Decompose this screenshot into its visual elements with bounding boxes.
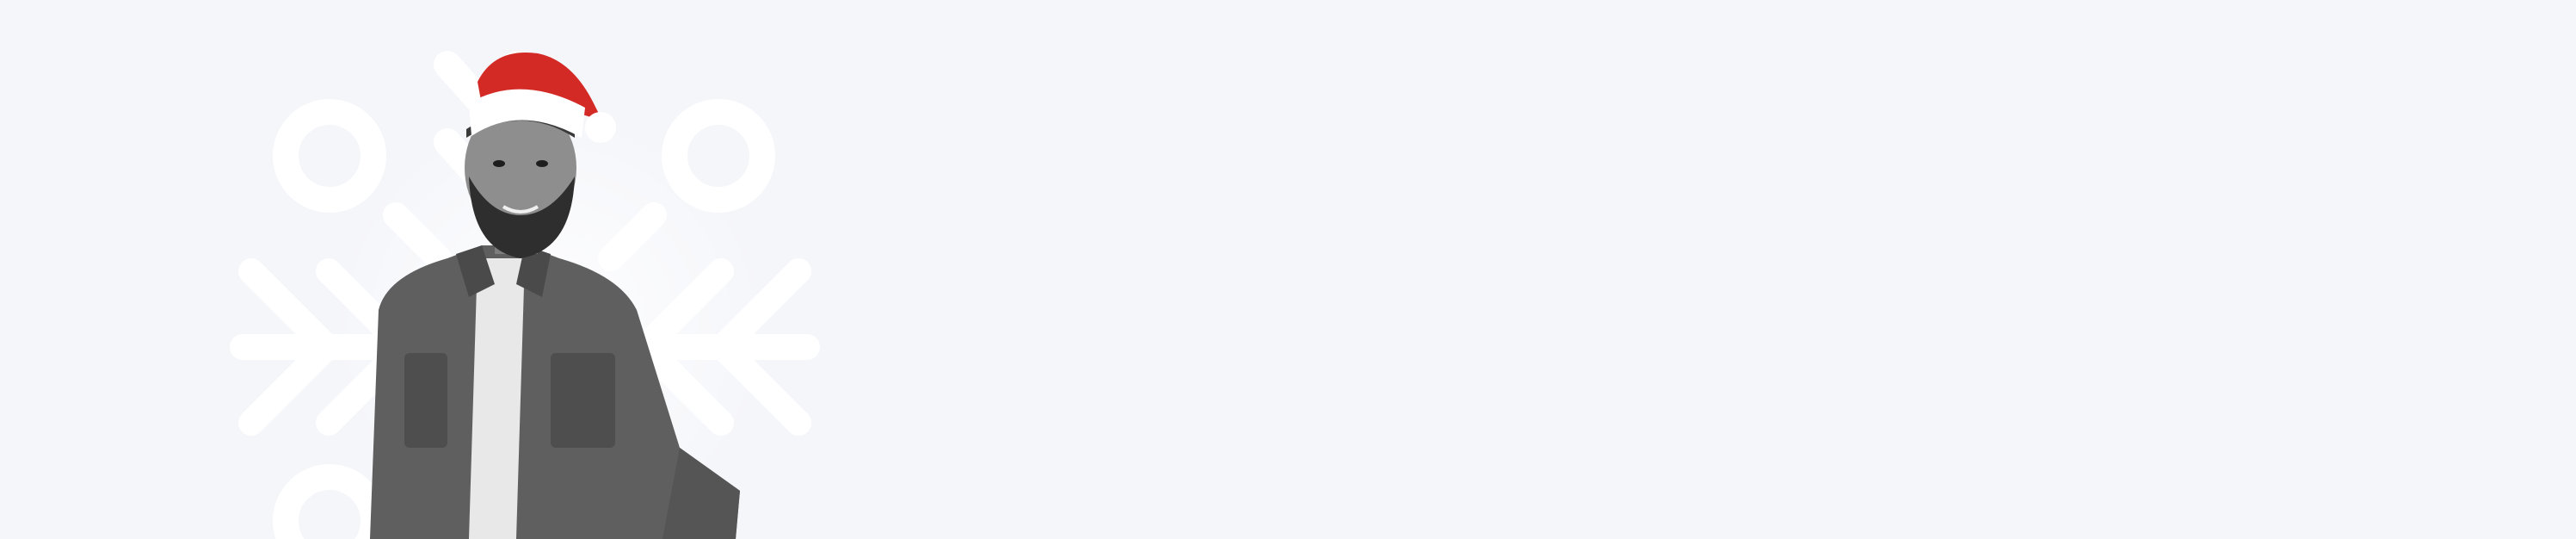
person-in-santa-hat-icon	[370, 52, 740, 539]
holiday-banner	[0, 0, 2576, 539]
